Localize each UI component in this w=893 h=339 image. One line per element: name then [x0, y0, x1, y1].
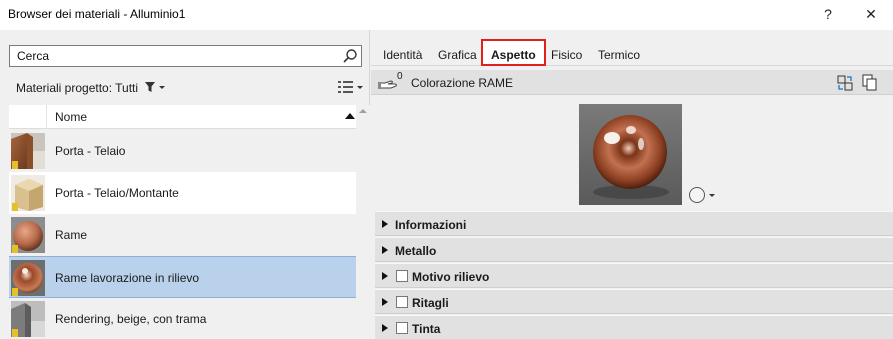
- motivo-rilievo-checkbox[interactable]: [396, 270, 408, 282]
- table-row[interactable]: Porta - Telaio: [9, 130, 358, 172]
- table-row[interactable]: Rame: [9, 214, 358, 256]
- list-view-options-icon[interactable]: [337, 80, 363, 97]
- editor-tabs: Identità Grafica Aspetto Fisico Termico: [371, 38, 893, 66]
- section-motivo-rilievo[interactable]: Motivo rilievo: [375, 263, 893, 288]
- expand-arrow-icon[interactable]: [382, 272, 388, 280]
- filter-dropdown-icon[interactable]: [144, 81, 166, 96]
- materials-table: Nome Porta - Telaio Porta - Telaio/Monta…: [9, 105, 358, 339]
- expand-arrow-icon[interactable]: [382, 220, 388, 228]
- table-header: Nome: [9, 105, 358, 129]
- duplicate-asset-icon[interactable]: [862, 74, 878, 94]
- material-name: Porta - Telaio: [55, 144, 126, 158]
- ritagli-checkbox[interactable]: [396, 296, 408, 308]
- material-swatch-icon: [11, 175, 45, 211]
- tab-fisico[interactable]: Fisico: [551, 48, 582, 62]
- close-button[interactable]: ✕: [860, 4, 882, 24]
- scroll-up-icon[interactable]: [359, 109, 367, 113]
- expand-arrow-icon[interactable]: [382, 324, 388, 332]
- window-title: Browser dei materiali - Alluminio1: [8, 7, 186, 21]
- preview-area: [371, 96, 893, 209]
- section-informazioni[interactable]: Informazioni: [375, 211, 893, 236]
- name-column-header[interactable]: Nome: [55, 110, 87, 124]
- tab-termico[interactable]: Termico: [598, 48, 640, 62]
- section-label: Ritagli: [412, 296, 449, 310]
- material-name: Porta - Telaio/Montante: [55, 186, 179, 200]
- search-icon[interactable]: [342, 48, 358, 64]
- section-ritagli[interactable]: Ritagli: [375, 289, 893, 314]
- expand-arrow-icon[interactable]: [382, 298, 388, 306]
- asset-header: 0 Colorazione RAME: [371, 70, 893, 95]
- material-name: Rame: [55, 228, 88, 242]
- search-input[interactable]: [10, 46, 340, 66]
- table-row[interactable]: Rendering, beige, con trama: [9, 298, 358, 339]
- sort-ascending-icon[interactable]: [345, 113, 355, 119]
- expand-arrow-icon[interactable]: [382, 246, 388, 254]
- asset-name: Colorazione RAME: [411, 76, 514, 90]
- material-name: Rame lavorazione in rilievo: [55, 271, 200, 285]
- tab-identita[interactable]: Identità: [383, 48, 422, 62]
- filter-label: Materiali progetto: Tutti: [16, 81, 139, 95]
- list-scrollbar[interactable]: [356, 105, 370, 339]
- help-button[interactable]: ?: [818, 4, 838, 24]
- section-tinta[interactable]: Tinta: [375, 315, 893, 339]
- asset-user-count: 0: [397, 71, 403, 82]
- material-swatch-icon: [11, 217, 45, 253]
- section-label: Informazioni: [395, 218, 467, 232]
- material-swatch-icon: [11, 260, 45, 296]
- preview-shape-dropdown-icon[interactable]: [688, 186, 716, 207]
- title-bar: Browser dei materiali - Alluminio1 ? ✕: [0, 0, 893, 30]
- section-metallo[interactable]: Metallo: [375, 237, 893, 262]
- material-name: Rendering, beige, con trama: [55, 312, 207, 326]
- material-swatch-icon: [11, 133, 45, 169]
- search-box: [9, 45, 362, 67]
- section-label: Metallo: [395, 244, 437, 258]
- table-row-selected[interactable]: Rame lavorazione in rilievo: [9, 256, 358, 298]
- tab-grafica[interactable]: Grafica: [438, 48, 477, 62]
- tab-aspetto[interactable]: Aspetto: [481, 39, 546, 66]
- tinta-checkbox[interactable]: [396, 322, 408, 334]
- thumbnail-column-header[interactable]: [9, 105, 47, 129]
- section-label: Motivo rilievo: [412, 270, 490, 284]
- material-list-panel: Materiali progetto: Tutti Nome: [0, 30, 370, 339]
- material-editor-panel: Identità Grafica Aspetto Fisico Termico …: [371, 30, 893, 339]
- material-preview-image: [579, 104, 682, 205]
- table-row[interactable]: Porta - Telaio/Montante: [9, 172, 358, 214]
- filter-bar: Materiali progetto: Tutti: [9, 76, 370, 100]
- material-swatch-icon: [11, 301, 45, 337]
- section-label: Tinta: [412, 322, 441, 336]
- replace-asset-icon[interactable]: [837, 75, 853, 94]
